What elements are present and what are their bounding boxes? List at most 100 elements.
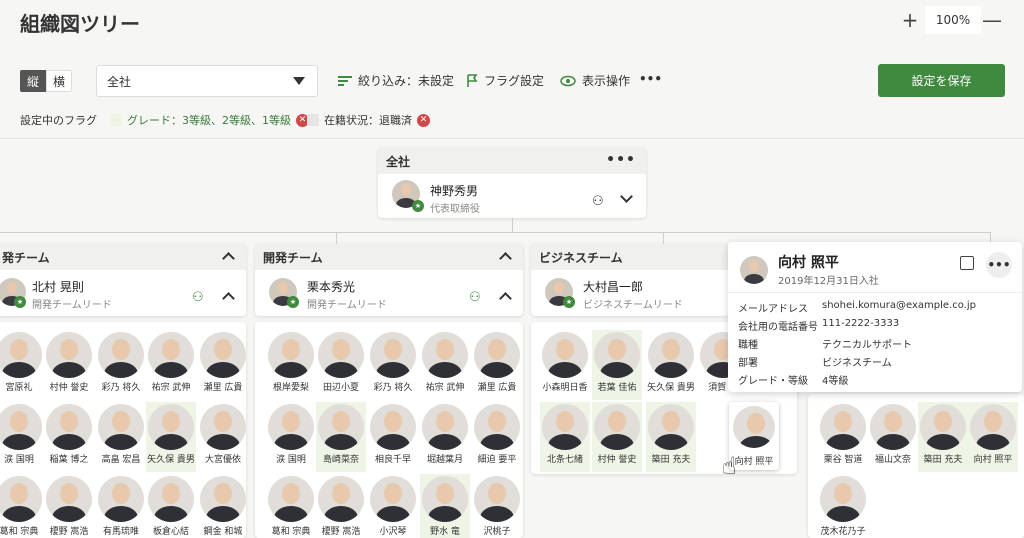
member-photo: [542, 404, 588, 450]
zoom-in-button[interactable]: +: [898, 6, 922, 34]
member-card[interactable]: 根岸愛梨: [266, 330, 316, 400]
more-options-button[interactable]: •••: [639, 72, 662, 86]
member-name: 若葉 佳佑: [597, 383, 637, 393]
team-card-header: ビジネスチーム: [531, 244, 729, 270]
more-icon[interactable]: •••: [986, 252, 1012, 278]
popup-name: 向村 照平: [778, 255, 839, 271]
members-icon[interactable]: ⚇: [592, 194, 604, 209]
popup-label: 会社用の電話番号: [738, 322, 818, 333]
leader-name: 大村昌一郎: [583, 280, 644, 294]
orient-horizontal-button[interactable]: 横: [46, 70, 72, 92]
root-card[interactable]: 全社 ••• ★ 神野秀男 代表取締役 ⚇: [378, 148, 646, 218]
member-card[interactable]: 細迫 要平: [472, 402, 522, 472]
external-link-icon[interactable]: [960, 256, 974, 270]
member-card[interactable]: 涙 国明: [266, 402, 316, 472]
member-card[interactable]: 矢久保 貴男: [646, 330, 696, 400]
member-card[interactable]: 茂木花乃子: [818, 474, 868, 538]
more-icon[interactable]: •••: [606, 152, 636, 168]
team-card-dev2[interactable]: 開発チーム ★ 栗本秀光 開発チームリード ⚇: [255, 244, 523, 316]
member-card[interactable]: 村仲 誉史: [592, 402, 642, 472]
member-photo: [422, 404, 468, 450]
member-card[interactable]: 向村 照平: [968, 402, 1018, 472]
member-card[interactable]: 瀬里 広貴: [472, 330, 522, 400]
member-photo: [0, 332, 42, 378]
orient-vertical-button[interactable]: 縦: [20, 70, 46, 92]
member-card[interactable]: 高畠 宏昌: [96, 402, 146, 472]
popup-value: ビジネスチーム: [822, 358, 892, 369]
member-card[interactable]: 瀬里 広貴: [198, 330, 248, 400]
organization-select[interactable]: 全社: [96, 65, 318, 97]
chevron-up-icon[interactable]: [499, 252, 512, 265]
member-card[interactable]: 田辺小夏: [316, 330, 366, 400]
member-card[interactable]: 若葉 佳佑: [592, 330, 642, 400]
chevron-up-icon[interactable]: [499, 292, 512, 305]
chevron-down-icon[interactable]: [620, 190, 633, 203]
members-icon[interactable]: ⚇: [469, 290, 481, 305]
member-card[interactable]: 葛和 宗典: [266, 474, 316, 538]
save-button[interactable]: 設定を保存: [878, 64, 1005, 97]
member-card[interactable]: 鋼金 和城: [198, 474, 248, 538]
member-card[interactable]: 小森明日香: [540, 330, 590, 400]
member-card[interactable]: 稲葉 博之: [44, 402, 94, 472]
root-title: 全社: [386, 154, 411, 169]
display-operation-button[interactable]: 表示操作: [560, 72, 630, 89]
member-photo: [370, 332, 416, 378]
member-card[interactable]: 相良千早: [368, 402, 418, 472]
star-badge-icon: ★: [14, 296, 26, 308]
member-card[interactable]: 野水 竜: [420, 474, 470, 538]
member-photo: [200, 332, 246, 378]
filter-button[interactable]: 絞り込み：未設定: [338, 72, 454, 89]
filter-label: 絞り込み：未設定: [358, 74, 455, 88]
member-card[interactable]: 島崎菜奈: [316, 402, 366, 472]
root-leader[interactable]: ★ 神野秀男 代表取締役 ⚇: [378, 174, 646, 216]
member-card[interactable]: 有馬琉唯: [96, 474, 146, 538]
team-card-business[interactable]: ビジネスチーム ★ 大村昌一郎 ビジネスチームリード: [531, 244, 729, 316]
member-photo: [318, 404, 364, 450]
team-leader[interactable]: ★ 栗本秀光 開発チームリード ⚇: [255, 270, 523, 312]
team-leader[interactable]: ★ 大村昌一郎 ビジネスチームリード: [531, 270, 729, 312]
member-card[interactable]: 沢桃子: [472, 474, 522, 538]
members-icon[interactable]: ⚇: [192, 290, 204, 305]
member-photo: [820, 476, 866, 522]
root-card-header: 全社 •••: [378, 148, 646, 174]
member-card[interactable]: 矢久保 貴男: [146, 402, 196, 472]
member-card[interactable]: 榎野 嵩浩: [44, 474, 94, 538]
flag-settings-button[interactable]: フラグ設定: [466, 72, 544, 89]
popup-joined: 2019年12月31日入社: [778, 276, 879, 287]
member-card[interactable]: 祐宗 武伸: [420, 330, 470, 400]
member-card[interactable]: 北条七緒: [540, 402, 590, 472]
popup-label: 職種: [738, 340, 758, 351]
member-name: 鋼金 和城: [203, 527, 243, 537]
member-card[interactable]: 小沢琴: [368, 474, 418, 538]
chevron-up-icon[interactable]: [222, 292, 235, 305]
member-photo: [148, 476, 194, 522]
chevron-up-icon[interactable]: [222, 252, 235, 265]
member-card[interactable]: 彩乃 将久: [368, 330, 418, 400]
member-name: 瀬里 広貴: [203, 383, 243, 393]
member-card[interactable]: 村仲 誉史: [44, 330, 94, 400]
zoom-out-button[interactable]: —: [980, 6, 1004, 34]
team-title: 開発チーム: [263, 250, 323, 265]
popup-value: shohei.komura@example.co.jp: [822, 300, 976, 311]
member-photo: [268, 332, 314, 378]
member-card[interactable]: 栗谷 智道: [818, 402, 868, 472]
member-card[interactable]: 彩乃 将久: [96, 330, 146, 400]
member-card[interactable]: 福山文奈: [868, 402, 918, 472]
member-photo: [0, 404, 42, 450]
member-photo: [98, 332, 144, 378]
member-card[interactable]: 築田 充夫: [918, 402, 968, 472]
team-leader[interactable]: ★ 北村 晃則 開発チームリード ⚇: [0, 270, 246, 312]
member-card[interactable]: 堀越葉月: [420, 402, 470, 472]
team-card-dev1[interactable]: 発チーム ★ 北村 晃則 開発チームリード ⚇: [0, 244, 246, 316]
member-name: 沢桃子: [483, 527, 511, 537]
connector: [0, 232, 990, 233]
member-name: 細迫 要平: [477, 455, 517, 465]
member-card[interactable]: 大宮優依: [198, 402, 248, 472]
member-card[interactable]: 築田 充夫: [646, 402, 696, 472]
member-photo: [318, 476, 364, 522]
member-card[interactable]: 祐宗 武伸: [146, 330, 196, 400]
member-card[interactable]: 板倉心結: [146, 474, 196, 538]
remove-flag-icon[interactable]: ✕: [417, 113, 430, 127]
member-photo: [820, 404, 866, 450]
member-card[interactable]: 榎野 嵩浩: [316, 474, 366, 538]
